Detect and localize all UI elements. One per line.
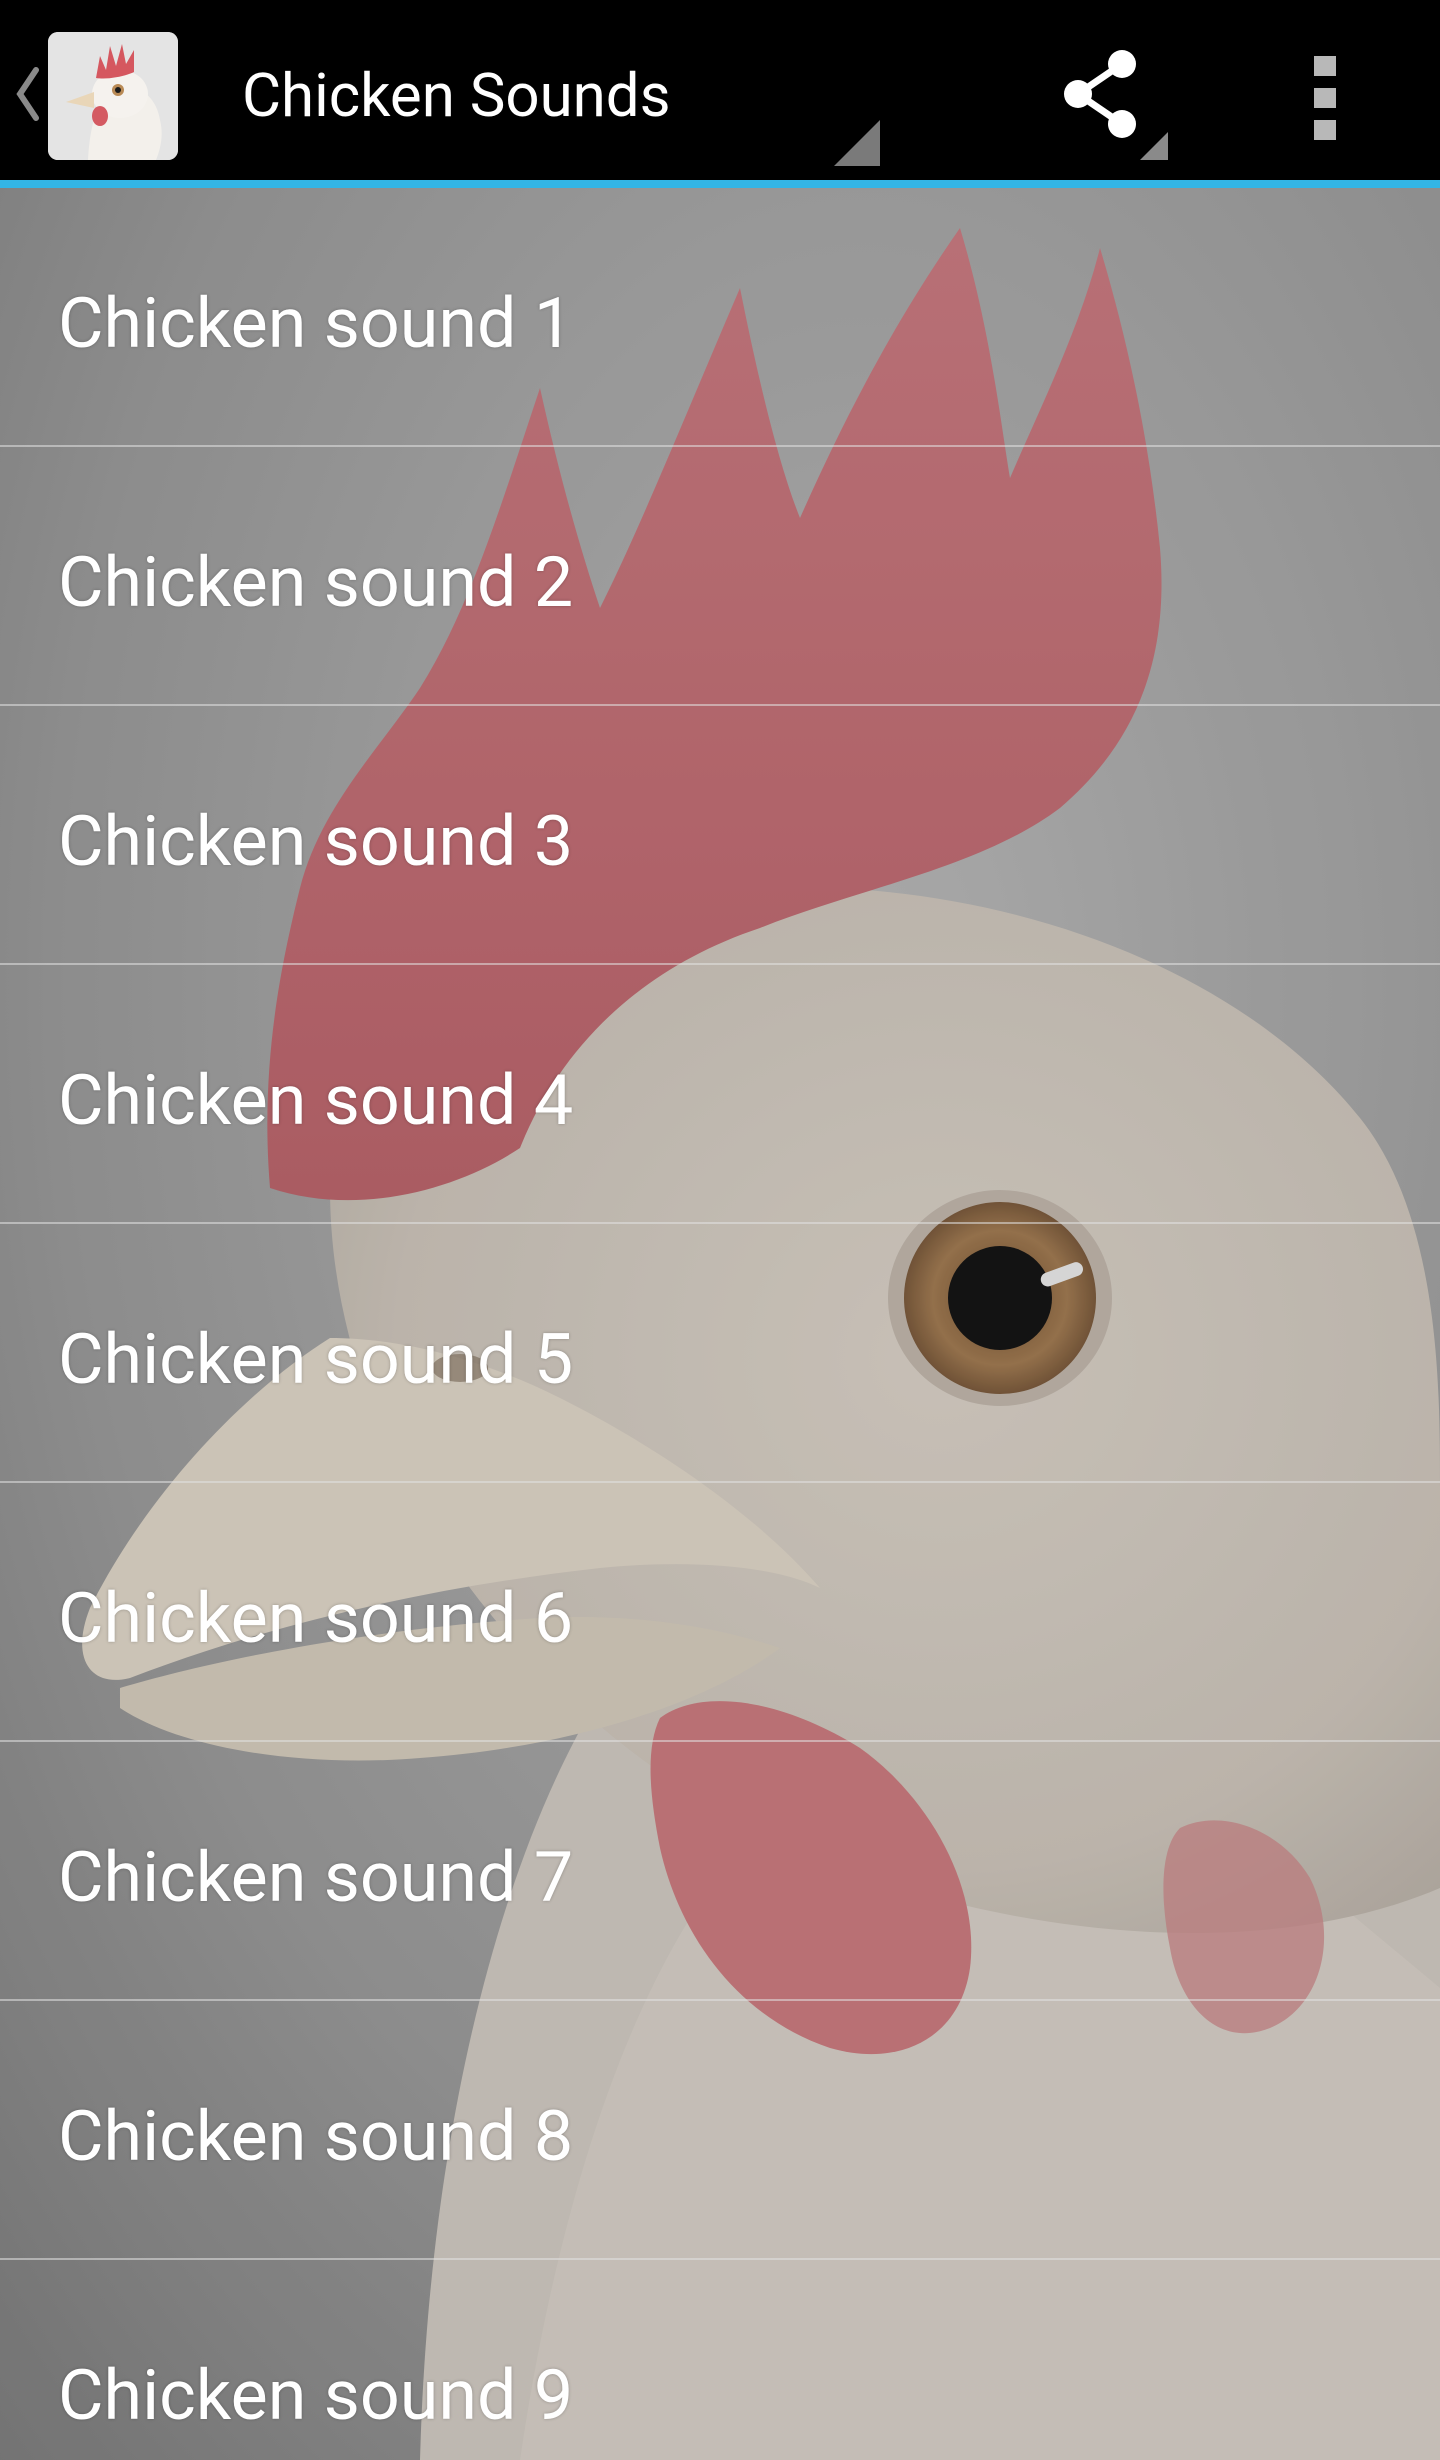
- action-bar: Chicken Sounds: [0, 0, 1440, 188]
- sound-item-label: Chicken sound 4: [58, 1060, 574, 1142]
- share-icon: [1064, 50, 1168, 160]
- sound-list-item[interactable]: Chicken sound 4: [0, 965, 1440, 1224]
- sound-list-item[interactable]: Chicken sound 1: [0, 188, 1440, 447]
- sound-list: Chicken sound 1 Chicken sound 2 Chicken …: [0, 188, 1440, 2460]
- overflow-menu-button[interactable]: [1296, 48, 1360, 148]
- app-title[interactable]: Chicken Sounds: [242, 56, 671, 136]
- sound-list-item[interactable]: Chicken sound 8: [0, 2001, 1440, 2260]
- sound-item-label: Chicken sound 7: [58, 1837, 574, 1919]
- action-bar-underline: [0, 180, 1440, 188]
- app-screen: Chicken Sounds Chicken sound 1 Chicken s…: [0, 0, 1440, 2460]
- content-area: Chicken sound 1 Chicken sound 2 Chicken …: [0, 188, 1440, 2460]
- sound-list-item[interactable]: Chicken sound 9: [0, 2260, 1440, 2460]
- sound-list-item[interactable]: Chicken sound 6: [0, 1483, 1440, 1742]
- sound-item-label: Chicken sound 2: [58, 542, 574, 624]
- sound-list-item[interactable]: Chicken sound 3: [0, 706, 1440, 965]
- sound-list-item[interactable]: Chicken sound 2: [0, 447, 1440, 706]
- sound-item-label: Chicken sound 5: [58, 1319, 574, 1401]
- sound-item-label: Chicken sound 9: [58, 2355, 574, 2437]
- share-button[interactable]: [1040, 40, 1180, 160]
- more-vert-icon: [1314, 56, 1336, 140]
- sound-list-item[interactable]: Chicken sound 5: [0, 1224, 1440, 1483]
- sound-item-label: Chicken sound 3: [58, 801, 574, 883]
- sound-list-item[interactable]: Chicken sound 7: [0, 1742, 1440, 2001]
- sound-item-label: Chicken sound 8: [58, 2096, 574, 2178]
- chevron-left-icon[interactable]: [14, 66, 40, 122]
- app-icon[interactable]: [48, 32, 178, 160]
- spinner-indicator-icon[interactable]: [834, 120, 880, 166]
- sound-item-label: Chicken sound 1: [58, 283, 574, 365]
- chicken-icon: [48, 32, 178, 160]
- sound-item-label: Chicken sound 6: [58, 1578, 574, 1660]
